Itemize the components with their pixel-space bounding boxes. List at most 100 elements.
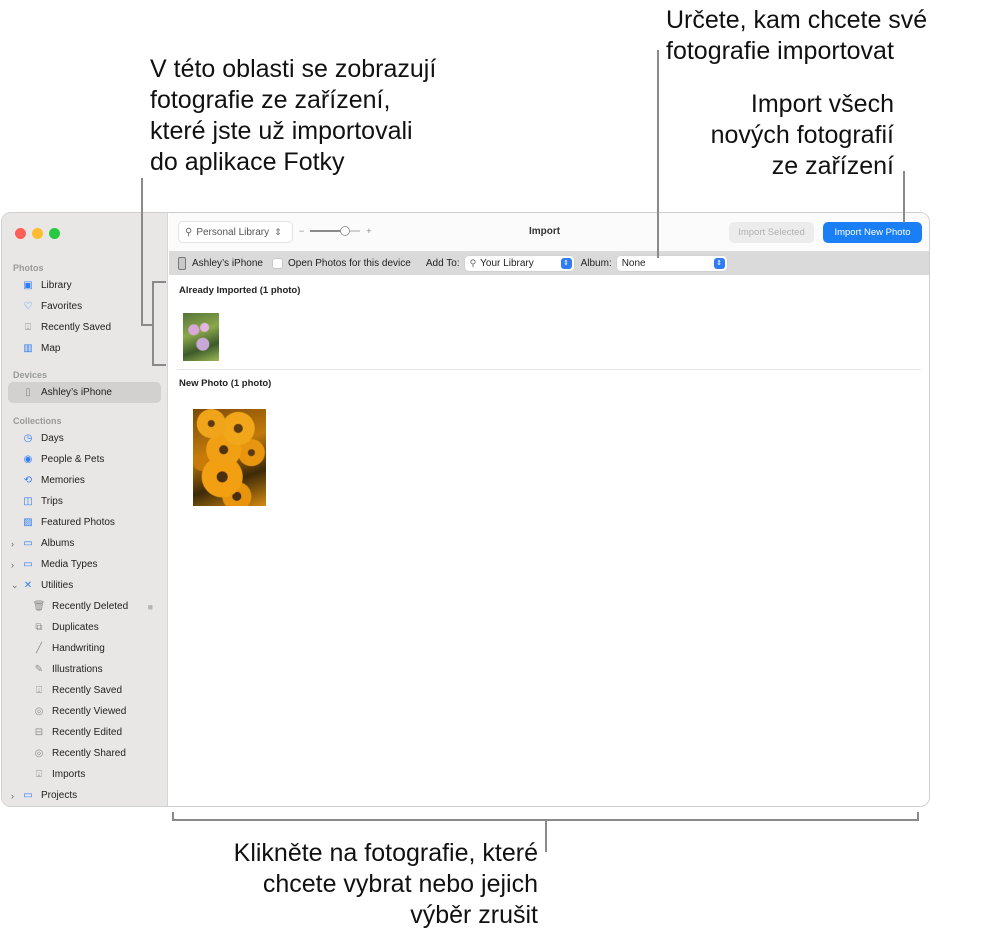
suitcase-icon: ◫: [23, 496, 33, 507]
sidebar-item-recently-edited[interactable]: ⊟ Recently Edited: [8, 722, 161, 743]
callout-leader-line: [657, 50, 659, 258]
album-popup[interactable]: None ⇕: [616, 255, 727, 271]
open-photos-label[interactable]: Open Photos for this device: [288, 258, 411, 269]
toolbar: ⚲ Personal Library ⇕ − + Import Import S…: [169, 213, 929, 251]
callout-select-photos: Klikněte na fotografie, které chcete vyb…: [234, 838, 538, 931]
sidebar-item-illustrations[interactable]: ✎ Illustrations: [8, 659, 161, 680]
slider-knob[interactable]: [340, 226, 351, 236]
close-button[interactable]: [15, 228, 26, 239]
chevron-down-icon[interactable]: ⌄: [11, 580, 19, 591]
sidebar-item-memories[interactable]: ⟲ Memories: [8, 470, 161, 491]
sidebar-item-label: Trips: [41, 496, 63, 507]
sidebar: Photos ▣ Library ♡ Favorites ⍗ Recently …: [2, 213, 168, 806]
library-selector-label: Personal Library: [196, 226, 270, 238]
sidebar-item-recently-deleted[interactable]: 🗑︎ Recently Deleted ■: [8, 596, 161, 617]
thumbnail-size-control: − +: [299, 226, 372, 236]
sidebar-item-recently-shared[interactable]: ◎ Recently Shared: [8, 743, 161, 764]
folder-icon: ▭: [23, 790, 33, 801]
sidebar-item-ashleys-iphone[interactable]: ▯ Ashley’s iPhone: [8, 382, 161, 403]
sidebar-item-projects[interactable]: › ▭ Projects: [8, 785, 161, 806]
iphone-icon: [178, 256, 186, 270]
download-tray-icon: ⍗: [25, 322, 31, 333]
callout-line-text: chcete vybrat nebo jejich: [262, 870, 538, 898]
library-icon: ▣: [23, 280, 33, 291]
minimize-button[interactable]: [32, 228, 43, 239]
already-imported-photo-thumbnail[interactable]: [183, 313, 219, 361]
zoom-in-label[interactable]: +: [366, 226, 371, 236]
callout-line-text: fotografie importovat: [666, 37, 894, 65]
chevron-updown-icon: ⇕: [713, 257, 725, 269]
folder-icon: ▭: [23, 559, 33, 570]
sidebar-item-people-pets[interactable]: ◉ People & Pets: [8, 449, 161, 470]
import-content: Already Imported (1 photo) New Photo (1 …: [169, 275, 929, 806]
sidebar-item-label: Ashley’s iPhone: [41, 387, 112, 398]
folder-icon: ▭: [23, 538, 33, 549]
main-area: ⚲ Personal Library ⇕ − + Import Import S…: [169, 213, 929, 806]
sidebar-item-label: Recently Edited: [52, 727, 123, 738]
sidebar-item-label: Favorites: [41, 301, 83, 312]
sidebar-item-albums[interactable]: › ▭ Albums: [8, 533, 161, 554]
sidebar-item-trips[interactable]: ◫ Trips: [8, 491, 161, 512]
edited-icon: ⊟: [34, 727, 44, 738]
sidebar-item-handwriting[interactable]: ╱ Handwriting: [8, 638, 161, 659]
sidebar-item-label: Albums: [41, 538, 75, 549]
tools-icon: ✕: [23, 580, 33, 591]
sidebar-item-label: Projects: [41, 790, 78, 801]
section-header-photos: Photos: [13, 263, 44, 273]
callout-bracket: [172, 812, 174, 821]
chevron-updown-icon: ⇕: [274, 226, 282, 237]
sidebar-item-recently-saved[interactable]: ⍗ Recently Saved: [8, 317, 161, 338]
heart-icon: ♡: [23, 301, 33, 312]
sidebar-item-recently-viewed[interactable]: ◎ Recently Viewed: [8, 701, 161, 722]
callout-line-text: fotografie ze zařízení,: [150, 86, 391, 114]
chevron-right-icon[interactable]: ›: [11, 539, 14, 549]
import-new-photo-button[interactable]: Import New Photo: [823, 222, 922, 243]
map-icon: ▥: [23, 343, 33, 354]
sidebar-item-map[interactable]: ▥ Map: [8, 338, 161, 359]
callout-bracket: [152, 281, 166, 283]
zoom-button[interactable]: [49, 228, 60, 239]
zoom-out-label[interactable]: −: [299, 226, 304, 236]
add-to-popup[interactable]: ⚲ Your Library ⇕: [464, 255, 574, 271]
sidebar-item-library[interactable]: ▣ Library: [8, 275, 161, 296]
sidebar-item-utilities[interactable]: ⌄ ✕ Utilities: [8, 575, 161, 596]
sidebar-item-favorites[interactable]: ♡ Favorites: [8, 296, 161, 317]
import-selected-button[interactable]: Import Selected: [729, 222, 814, 243]
sidebar-item-label: Recently Saved: [41, 322, 112, 333]
sidebar-item-label: Featured Photos: [41, 517, 115, 528]
callout-line-text: Určete, kam chcete své: [666, 6, 928, 34]
illustrations-icon: ✎: [34, 664, 44, 675]
trash-icon: 🗑︎: [32, 601, 46, 612]
sidebar-item-media-types[interactable]: › ▭ Media Types: [8, 554, 161, 575]
new-photo-thumbnail[interactable]: [193, 409, 266, 506]
sidebar-item-duplicates[interactable]: ⧉ Duplicates: [8, 617, 161, 638]
callout-bracket: [152, 281, 154, 366]
callout-leader-line: [141, 178, 143, 326]
sidebar-item-featured-photos[interactable]: ▨ Featured Photos: [8, 512, 161, 533]
sidebar-item-label: Imports: [52, 769, 86, 780]
library-selector[interactable]: ⚲ Personal Library ⇕: [178, 221, 293, 243]
sidebar-item-label: Duplicates: [52, 622, 99, 633]
callout-leader-line: [545, 820, 547, 852]
callout-already-imported: V této oblasti se zobrazují fotografie z…: [150, 54, 436, 178]
callout-line-text: výběr zrušit: [410, 901, 538, 929]
callout-bracket: [152, 364, 166, 366]
section-header-collections: Collections: [13, 416, 62, 426]
sidebar-item-label: Utilities: [41, 580, 74, 591]
clock-icon: ◷: [23, 433, 33, 444]
chevron-right-icon[interactable]: ›: [11, 560, 14, 570]
sidebar-item-label: Days: [41, 433, 64, 444]
sidebar-item-label: Library: [41, 280, 72, 291]
already-imported-header: Already Imported (1 photo): [179, 285, 301, 296]
chevron-right-icon[interactable]: ›: [11, 791, 14, 801]
window-title: Import: [529, 226, 561, 237]
iphone-icon: ▯: [25, 387, 31, 398]
sidebar-item-label: Recently Viewed: [52, 706, 127, 717]
thumbnail-size-slider[interactable]: [310, 226, 361, 236]
sidebar-item-recently-saved-utility[interactable]: ⍗ Recently Saved: [8, 680, 161, 701]
callout-leader-line: [903, 171, 905, 223]
sidebar-item-imports[interactable]: ⍗ Imports: [8, 764, 161, 785]
add-to-value: Your Library: [480, 257, 534, 269]
open-photos-checkbox[interactable]: [271, 257, 283, 269]
sidebar-item-days[interactable]: ◷ Days: [8, 428, 161, 449]
